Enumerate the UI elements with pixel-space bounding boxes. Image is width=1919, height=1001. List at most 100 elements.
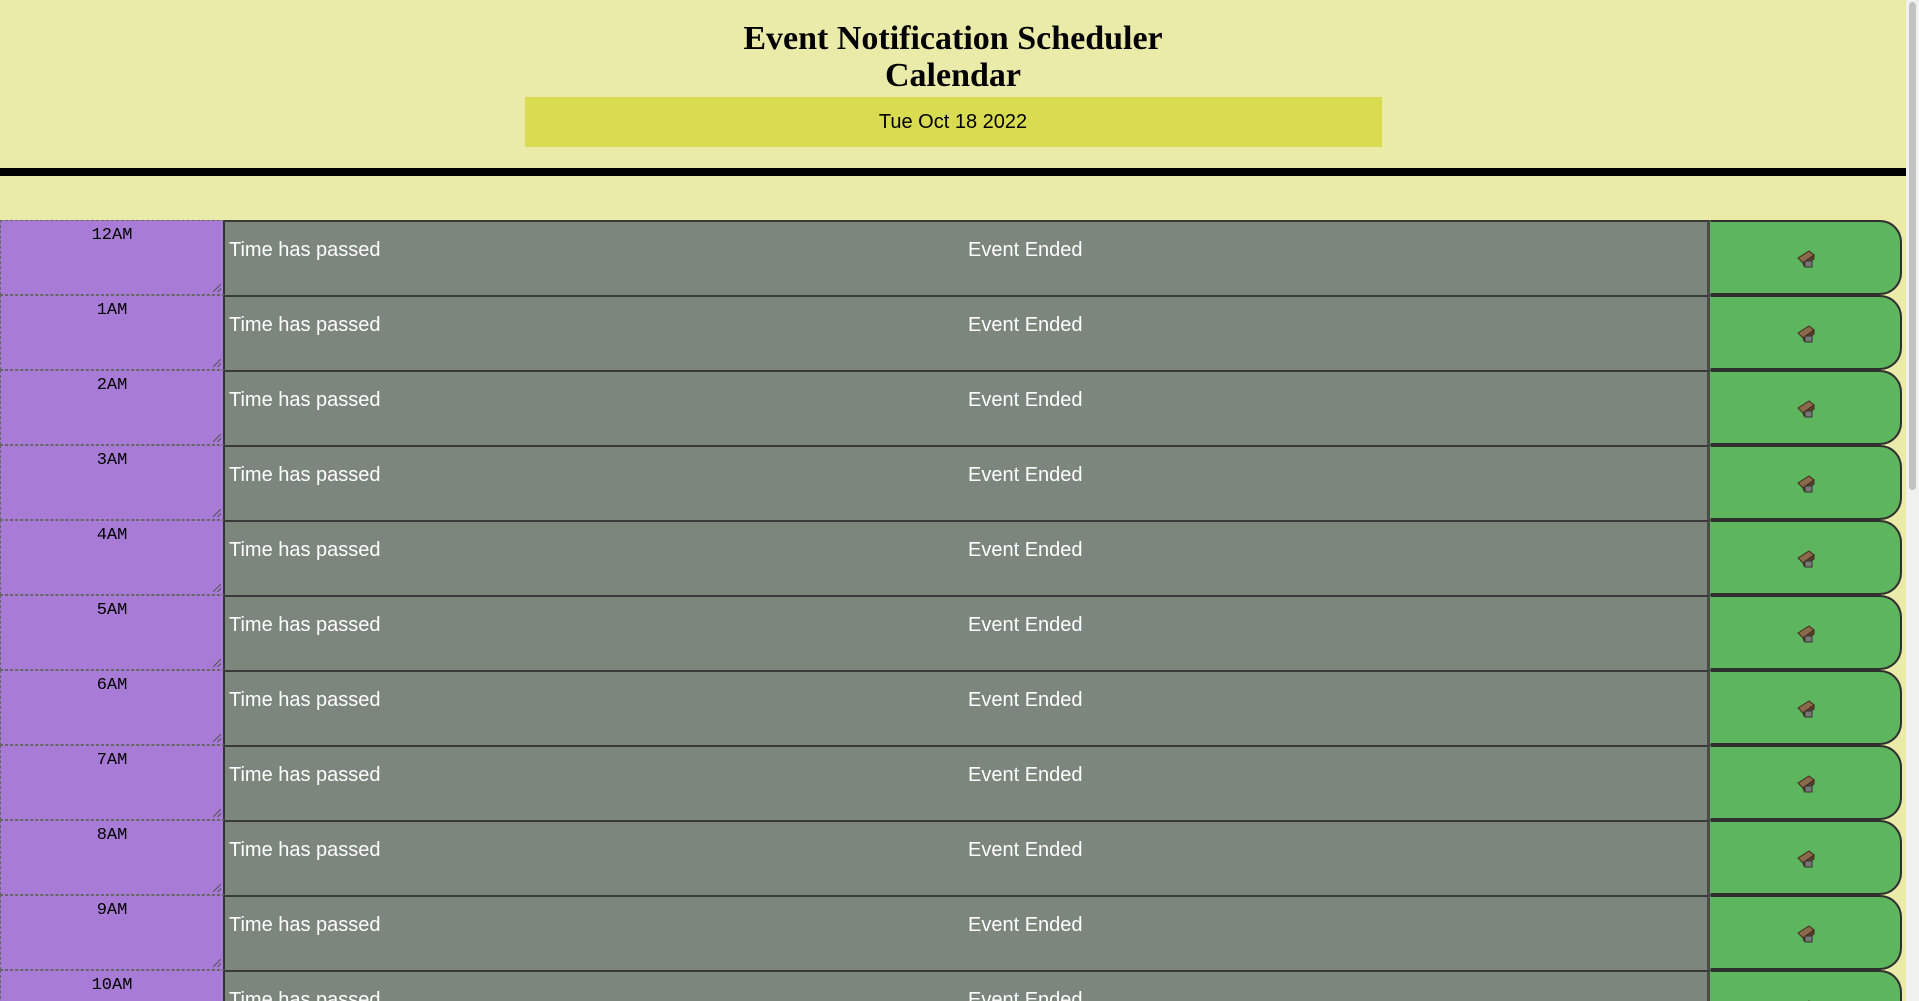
scrollbar-thumb[interactable] [1909, 2, 1916, 490]
event-description[interactable]: Time has passed Event Ended [225, 295, 1710, 370]
resize-grip-icon[interactable] [213, 584, 221, 592]
timeblock-list: 12AM Time has passed Event Ended 1AM Time ha… [0, 220, 1906, 1001]
hour-text: 3AM [96, 451, 128, 470]
hour-label: 12AM [0, 220, 225, 295]
save-icon [1795, 997, 1817, 1001]
page-title: Event Notification Scheduler Calendar [0, 20, 1906, 94]
status-text: Time has passed [229, 914, 381, 936]
resize-grip-icon[interactable] [213, 809, 221, 817]
event-description[interactable]: Time has passed Event Ended [225, 370, 1710, 445]
save-button[interactable] [1710, 445, 1902, 520]
timeblock-row: 1AM Time has passed Event Ended [0, 295, 1906, 370]
hour-label: 5AM [0, 595, 225, 670]
status-text: Time has passed [229, 614, 381, 636]
save-button[interactable] [1710, 520, 1902, 595]
event-text: Event Ended [968, 839, 1083, 861]
timeblock-row: 7AM Time has passed Event Ended [0, 745, 1906, 820]
event-text: Event Ended [968, 764, 1083, 786]
hour-label: 4AM [0, 520, 225, 595]
status-text: Time has passed [229, 314, 381, 336]
event-text: Event Ended [968, 389, 1083, 411]
event-description[interactable]: Time has passed Event Ended [225, 445, 1710, 520]
hour-text: 2AM [96, 376, 128, 395]
resize-grip-icon[interactable] [213, 284, 221, 292]
save-button[interactable] [1710, 670, 1902, 745]
hour-label: 9AM [0, 895, 225, 970]
save-icon [1795, 922, 1817, 944]
hour-label: 7AM [0, 745, 225, 820]
save-icon [1795, 772, 1817, 794]
resize-grip-icon[interactable] [213, 359, 221, 367]
save-icon [1795, 847, 1817, 869]
event-description[interactable]: Time has passed Event Ended [225, 595, 1710, 670]
save-icon [1795, 472, 1817, 494]
event-text: Event Ended [968, 239, 1083, 261]
event-description[interactable]: Time has passed Event Ended [225, 895, 1710, 970]
resize-grip-icon[interactable] [213, 434, 221, 442]
status-text: Time has passed [229, 539, 381, 561]
save-icon [1795, 547, 1817, 569]
hour-label: 1AM [0, 295, 225, 370]
event-description[interactable]: Time has passed Event Ended [225, 970, 1710, 1001]
event-description[interactable]: Time has passed Event Ended [225, 670, 1710, 745]
hour-text: 5AM [96, 601, 128, 620]
event-text: Event Ended [968, 464, 1083, 486]
title-line-2: Calendar [885, 57, 1021, 94]
hour-label: 2AM [0, 370, 225, 445]
current-day: Tue Oct 18 2022 [524, 97, 1382, 147]
save-button[interactable] [1710, 895, 1902, 970]
status-text: Time has passed [229, 389, 381, 411]
resize-grip-icon[interactable] [213, 959, 221, 967]
event-description[interactable]: Time has passed Event Ended [225, 745, 1710, 820]
status-text: Time has passed [229, 689, 381, 711]
status-text: Time has passed [229, 839, 381, 861]
event-description[interactable]: Time has passed Event Ended [225, 220, 1710, 295]
timeblock-row: 12AM Time has passed Event Ended [0, 220, 1906, 295]
hour-text: 7AM [96, 751, 128, 770]
resize-grip-icon[interactable] [213, 659, 221, 667]
event-text: Event Ended [968, 539, 1083, 561]
hour-text: 9AM [96, 901, 128, 920]
event-text: Event Ended [968, 989, 1083, 1001]
save-button[interactable] [1710, 970, 1902, 1001]
timeblock-row: 4AM Time has passed Event Ended [0, 520, 1906, 595]
save-icon [1795, 622, 1817, 644]
save-icon [1795, 247, 1817, 269]
hour-text: 10AM [91, 976, 133, 995]
event-text: Event Ended [968, 314, 1083, 336]
timeblock-row: 8AM Time has passed Event Ended [0, 820, 1906, 895]
hour-label: 10AM [0, 970, 225, 1001]
title-line-1: Event Notification Scheduler [743, 20, 1163, 57]
timeblock-row: 6AM Time has passed Event Ended [0, 670, 1906, 745]
timeblock-row: 5AM Time has passed Event Ended [0, 595, 1906, 670]
save-button[interactable] [1710, 595, 1902, 670]
save-button[interactable] [1710, 820, 1902, 895]
resize-grip-icon[interactable] [213, 884, 221, 892]
event-description[interactable]: Time has passed Event Ended [225, 820, 1710, 895]
hour-label: 6AM [0, 670, 225, 745]
event-text: Event Ended [968, 614, 1083, 636]
resize-grip-icon[interactable] [213, 734, 221, 742]
status-text: Time has passed [229, 239, 381, 261]
timeblock-row: 2AM Time has passed Event Ended [0, 370, 1906, 445]
save-icon [1795, 697, 1817, 719]
save-button[interactable] [1710, 745, 1902, 820]
hour-text: 12AM [91, 226, 133, 245]
save-icon [1795, 322, 1817, 344]
timeblock-row: 9AM Time has passed Event Ended [0, 895, 1906, 970]
resize-grip-icon[interactable] [213, 509, 221, 517]
save-button[interactable] [1710, 295, 1902, 370]
status-text: Time has passed [229, 464, 381, 486]
page: Event Notification Scheduler Calendar Tu… [0, 0, 1906, 1001]
timeblock-row: 10AM Time has passed Event Ended [0, 970, 1906, 1001]
hour-text: 8AM [96, 826, 128, 845]
hour-text: 1AM [96, 301, 128, 320]
event-text: Event Ended [968, 689, 1083, 711]
status-text: Time has passed [229, 989, 381, 1001]
hour-label: 8AM [0, 820, 225, 895]
save-button[interactable] [1710, 370, 1902, 445]
page-header: Event Notification Scheduler Calendar Tu… [0, 0, 1906, 176]
save-button[interactable] [1710, 220, 1902, 295]
status-text: Time has passed [229, 764, 381, 786]
event-description[interactable]: Time has passed Event Ended [225, 520, 1710, 595]
